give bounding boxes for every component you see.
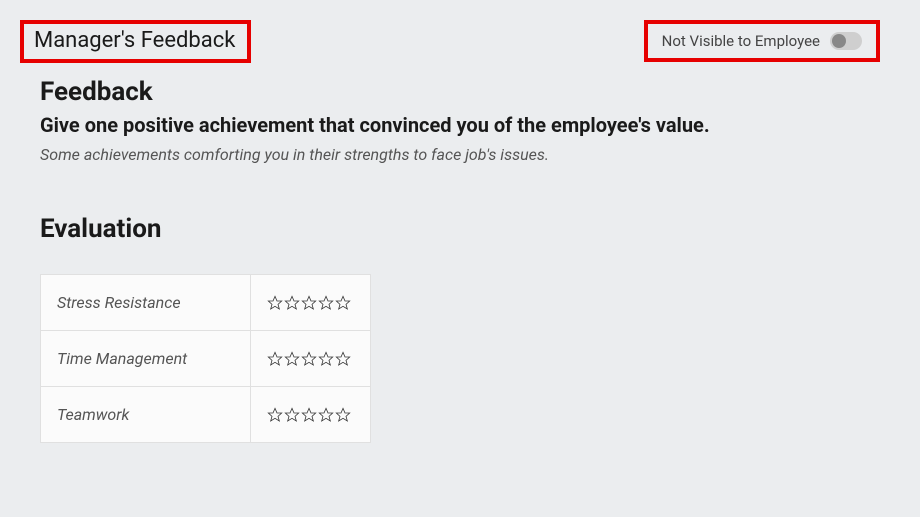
feedback-section-title: Feedback [40,77,880,107]
page-title: Manager's Feedback [34,28,235,53]
evaluation-row-label: Stress Resistance [41,275,251,331]
evaluation-table: Stress Resistance Time Management [40,274,371,443]
feedback-hint: Some achievements comforting you in thei… [40,145,880,164]
visibility-control: Not Visible to Employee [644,20,880,62]
star-rating[interactable] [267,295,354,311]
evaluation-row-rating [251,275,371,331]
star-icon[interactable] [335,407,351,423]
toggle-knob [832,34,846,48]
star-icon[interactable] [267,407,283,423]
evaluation-row-label: Teamwork [41,387,251,443]
visibility-label: Not Visible to Employee [662,32,820,50]
evaluation-row-rating [251,387,371,443]
visibility-toggle[interactable] [830,32,862,50]
star-icon[interactable] [284,295,300,311]
star-rating[interactable] [267,351,354,367]
star-icon[interactable] [267,295,283,311]
table-row: Teamwork [41,387,371,443]
star-icon[interactable] [335,295,351,311]
star-icon[interactable] [318,295,334,311]
evaluation-row-rating [251,331,371,387]
star-icon[interactable] [284,351,300,367]
star-icon[interactable] [318,351,334,367]
table-row: Stress Resistance [41,275,371,331]
star-icon[interactable] [301,295,317,311]
star-icon[interactable] [267,351,283,367]
star-icon[interactable] [335,351,351,367]
table-row: Time Management [41,331,371,387]
star-rating[interactable] [267,407,354,423]
star-icon[interactable] [301,351,317,367]
star-icon[interactable] [284,407,300,423]
star-icon[interactable] [318,407,334,423]
evaluation-section-title: Evaluation [40,214,880,244]
evaluation-row-label: Time Management [41,331,251,387]
feedback-question: Give one positive achievement that convi… [40,113,880,137]
section-header: Manager's Feedback [20,20,251,63]
star-icon[interactable] [301,407,317,423]
